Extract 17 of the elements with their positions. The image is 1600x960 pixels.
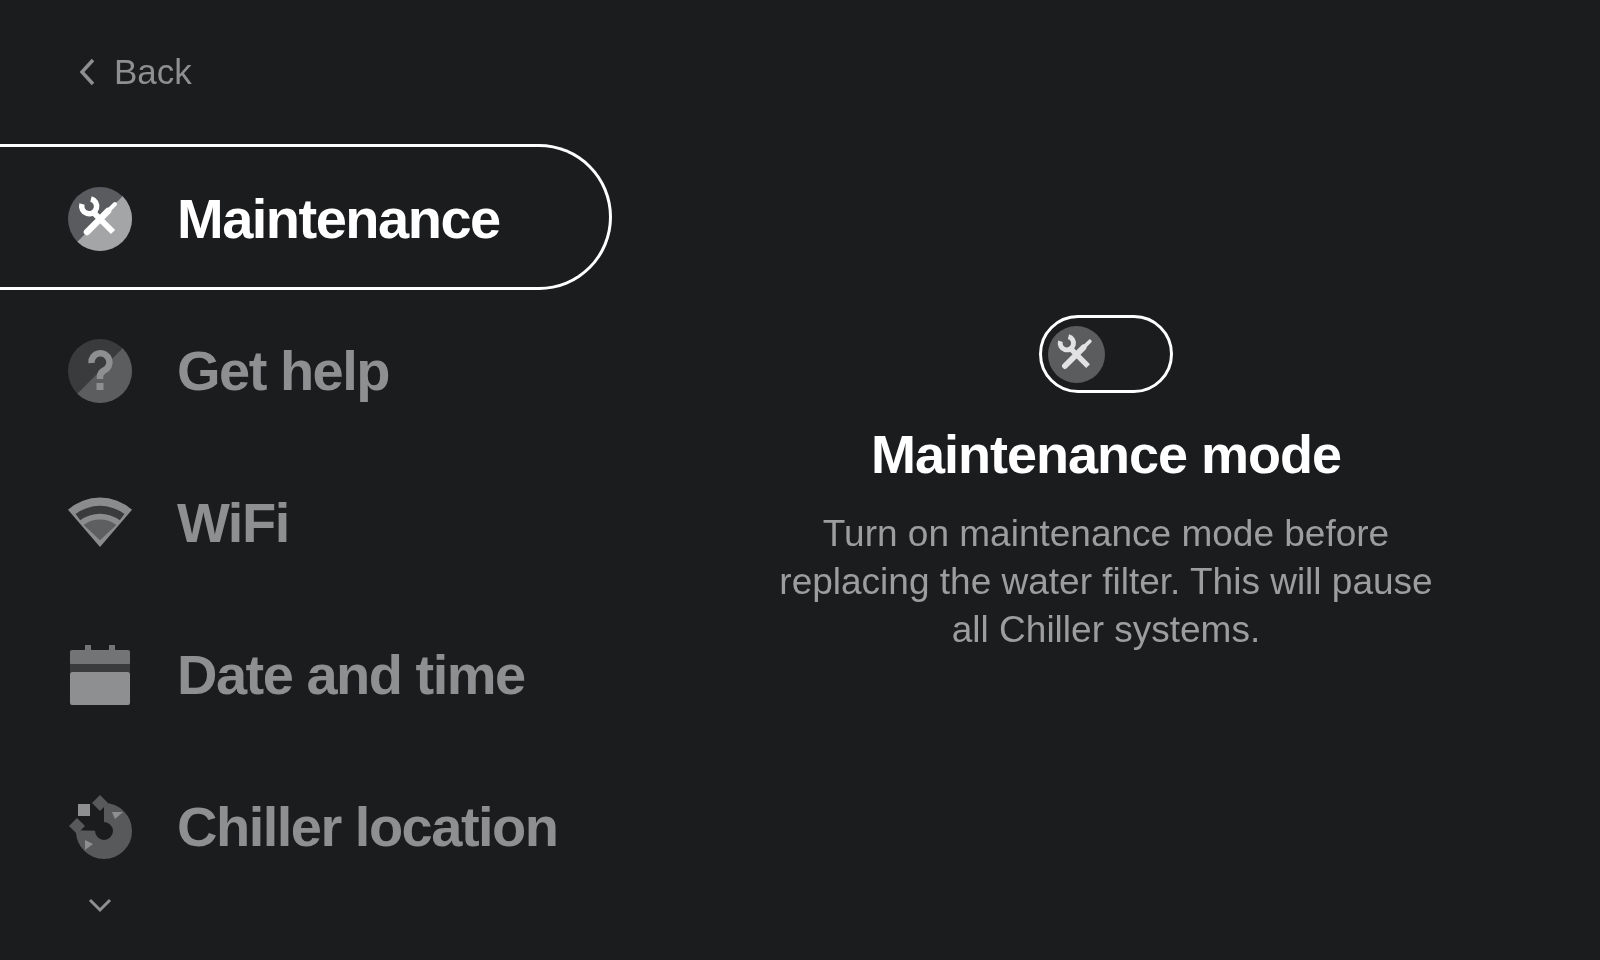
detail-title: Maintenance mode [870, 423, 1342, 486]
menu-item[interactable]: Chiller location [68, 790, 558, 860]
menu-item[interactable]: Get help [68, 334, 390, 404]
tools-icon [68, 187, 132, 251]
chevron-down-icon[interactable] [88, 898, 112, 913]
question-mark-icon [68, 339, 132, 403]
menu-item[interactable]: WiFi [68, 486, 289, 556]
chevron-left-icon [78, 58, 96, 86]
menu-item[interactable]: Maintenance [0, 144, 612, 290]
calendar-icon [70, 645, 130, 705]
back-button[interactable]: Back [78, 49, 192, 95]
wifi-icon [68, 497, 132, 549]
menu-item[interactable]: Date and time [68, 638, 525, 708]
detail-description: Turn on maintenance mode before replacing the water filter. This will pause all Chiller systems. [778, 512, 1434, 652]
tools-icon [1048, 325, 1105, 383]
ring-icon [68, 795, 132, 859]
toggle-switch[interactable] [1039, 315, 1173, 393]
